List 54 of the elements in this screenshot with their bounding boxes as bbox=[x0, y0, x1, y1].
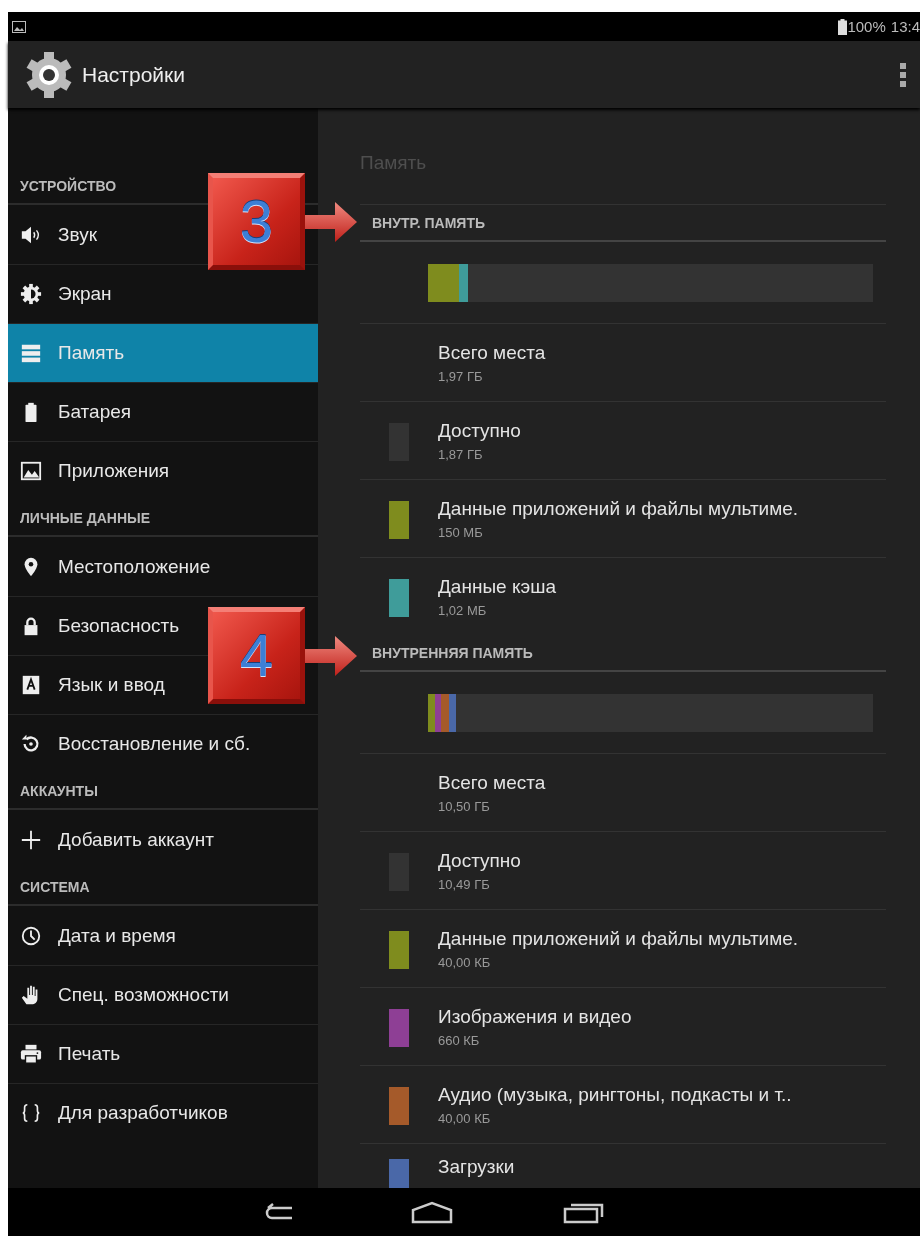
home-icon[interactable] bbox=[410, 1200, 454, 1224]
storage-label: Данные приложений и файлы мультиме. bbox=[438, 928, 799, 950]
storage-label: Всего места bbox=[438, 342, 546, 364]
sidebar-item[interactable]: Приложения bbox=[8, 442, 176, 500]
callout-arrow bbox=[305, 635, 357, 676]
callout-arrow bbox=[305, 201, 357, 242]
sidebar-item[interactable]: Добавить аккаунт bbox=[8, 810, 220, 869]
storage-size: 1,97 ГБ bbox=[438, 369, 484, 384]
app-title: Настройки bbox=[82, 62, 185, 87]
sidebar-item[interactable]: Спец. возможности bbox=[8, 966, 235, 1024]
sidebar-item[interactable]: Память bbox=[8, 324, 318, 382]
sidebar-item[interactable]: Печать bbox=[8, 1025, 127, 1083]
braces-icon bbox=[20, 1102, 42, 1124]
storage-size: 1,87 ГБ bbox=[438, 447, 484, 462]
storage-size: 40,00 КБ bbox=[438, 955, 492, 970]
printer-icon bbox=[20, 1043, 42, 1065]
storage-label: Изображения и видео bbox=[438, 1006, 632, 1028]
storage-size: 10,50 ГБ bbox=[438, 799, 491, 814]
letter-a-icon bbox=[20, 674, 42, 696]
sidebar-item[interactable]: Дата и время bbox=[8, 906, 182, 965]
storage-size: 660 КБ bbox=[438, 1033, 481, 1048]
brightness-icon bbox=[20, 283, 42, 305]
sidebar-item[interactable]: Экран bbox=[8, 265, 118, 323]
storage-size: 10,49 ГБ bbox=[438, 877, 491, 892]
overflow-menu-icon[interactable] bbox=[900, 62, 906, 87]
clock-icon bbox=[20, 924, 42, 947]
storage-label: Доступно bbox=[438, 420, 521, 442]
storage-label: Всего места bbox=[438, 772, 546, 794]
picture-icon bbox=[20, 460, 42, 482]
storage-label: Данные кэша bbox=[438, 576, 556, 598]
storage-size: 1,02 МБ bbox=[438, 603, 488, 618]
sidebar-item[interactable]: Батарея bbox=[8, 383, 138, 441]
settings-gear-icon bbox=[24, 49, 74, 100]
storage-size: 150 МБ bbox=[438, 525, 484, 540]
section-header: ВНУТР. ПАМЯТЬ bbox=[360, 205, 886, 242]
sidebar-item[interactable]: Безопасность bbox=[8, 597, 186, 655]
callout-badge: 4 bbox=[208, 607, 305, 704]
sidebar-item[interactable]: Местоположение bbox=[8, 537, 217, 596]
storage-label: Данные приложений и файлы мультиме. bbox=[438, 498, 799, 520]
battery-level: 100% bbox=[847, 18, 886, 35]
image-icon bbox=[12, 20, 26, 33]
sidebar-item[interactable]: Восстановление и сб. bbox=[8, 715, 257, 773]
sidebar-item[interactable]: Звук bbox=[8, 205, 103, 264]
sidebar-item[interactable]: Язык и ввод bbox=[8, 656, 171, 714]
storage-label: Доступно bbox=[438, 850, 521, 872]
plus-icon bbox=[20, 828, 42, 851]
storage-label: Загрузки bbox=[438, 1156, 515, 1178]
sidebar-item[interactable]: Для разработчиков bbox=[8, 1084, 234, 1142]
section-header: ВНУТРЕННЯЯ ПАМЯТЬ bbox=[360, 635, 886, 672]
clock-time: 13:4 bbox=[890, 18, 920, 35]
storage-icon bbox=[20, 342, 42, 364]
storage-size: 40,00 КБ bbox=[438, 1111, 492, 1126]
battery-icon bbox=[838, 18, 848, 35]
storage-label: Аудио (музыка, рингтоны, подкасты и т.. bbox=[438, 1084, 792, 1106]
